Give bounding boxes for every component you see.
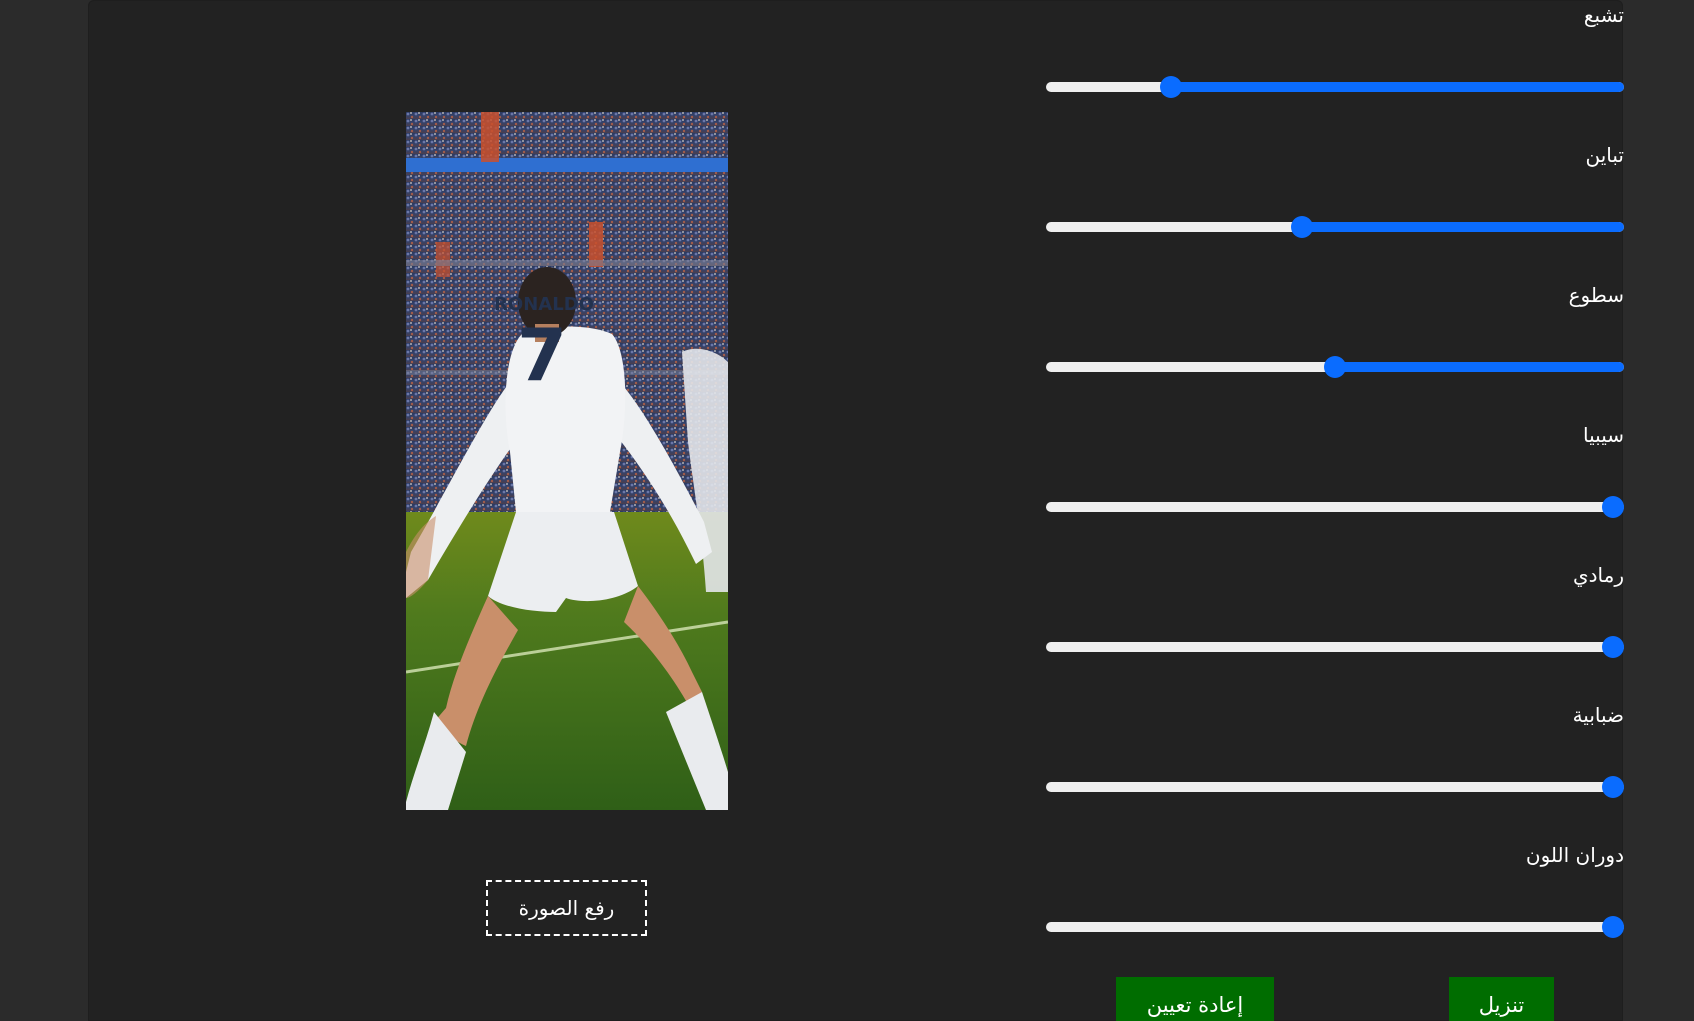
filter-label: دوران اللون (1525, 843, 1624, 867)
slider-track (1046, 922, 1624, 932)
slider-track (1046, 222, 1624, 232)
jersey-name-text: RONALDO (494, 294, 594, 315)
stadium-banner (406, 158, 728, 172)
slider-track (1046, 502, 1624, 512)
brightness-slider[interactable] (1046, 356, 1624, 378)
slider-fill (1170, 82, 1624, 92)
slider-thumb[interactable] (1602, 636, 1624, 658)
filter-label: رمادي (1572, 563, 1624, 587)
preview-photo: RONALDO 7 (406, 112, 728, 810)
slider-thumb[interactable] (1159, 76, 1182, 98)
grayscale-slider[interactable] (1046, 636, 1624, 658)
filter-label: سيبيا (1583, 423, 1624, 447)
slider-fill (1301, 222, 1624, 232)
image-preview: RONALDO 7 (406, 112, 728, 810)
slider-thumb[interactable] (1324, 356, 1346, 378)
filter-grayscale: رمادي (1046, 560, 1624, 700)
reset-button[interactable]: إعادة تعيين (1116, 977, 1274, 1021)
slider-thumb[interactable] (1290, 216, 1313, 238)
sepia-slider[interactable] (1046, 496, 1624, 518)
filter-hue-rotate: دوران اللون (1046, 840, 1624, 980)
slider-thumb[interactable] (1602, 776, 1624, 798)
filter-sepia: سيبيا (1046, 420, 1624, 560)
slider-thumb[interactable] (1602, 916, 1624, 938)
contrast-slider[interactable] (1046, 216, 1624, 238)
saturate-slider[interactable] (1046, 76, 1624, 98)
filter-label: ضبابية (1572, 703, 1624, 727)
slider-fill (1335, 362, 1624, 372)
upload-image-button[interactable]: رفع الصورة (486, 880, 647, 936)
blur-slider[interactable] (1046, 776, 1624, 798)
filter-saturate: تشبع (1046, 0, 1624, 140)
jersey-number-text: 7 (517, 313, 567, 397)
slider-track (1046, 642, 1624, 652)
filter-brightness: سطوع (1046, 280, 1624, 420)
hue-rotate-slider[interactable] (1046, 916, 1624, 938)
filter-contrast: تباين (1046, 140, 1624, 280)
app-page: RONALDO 7 رفع الصورة تشبع تباين سطوع سيبيا ر… (0, 0, 1694, 1021)
slider-track (1046, 82, 1624, 92)
download-button[interactable]: تنزيل (1449, 977, 1554, 1021)
filter-label: تشبع (1583, 3, 1624, 27)
filter-label: سطوع (1568, 283, 1624, 307)
slider-thumb[interactable] (1602, 496, 1624, 518)
slider-track (1046, 782, 1624, 792)
filter-label: تباين (1585, 143, 1625, 167)
filter-controls: تشبع تباين سطوع سيبيا رمادي ضبابية دوران اللون (1046, 0, 1624, 1021)
filter-blur: ضبابية (1046, 700, 1624, 840)
